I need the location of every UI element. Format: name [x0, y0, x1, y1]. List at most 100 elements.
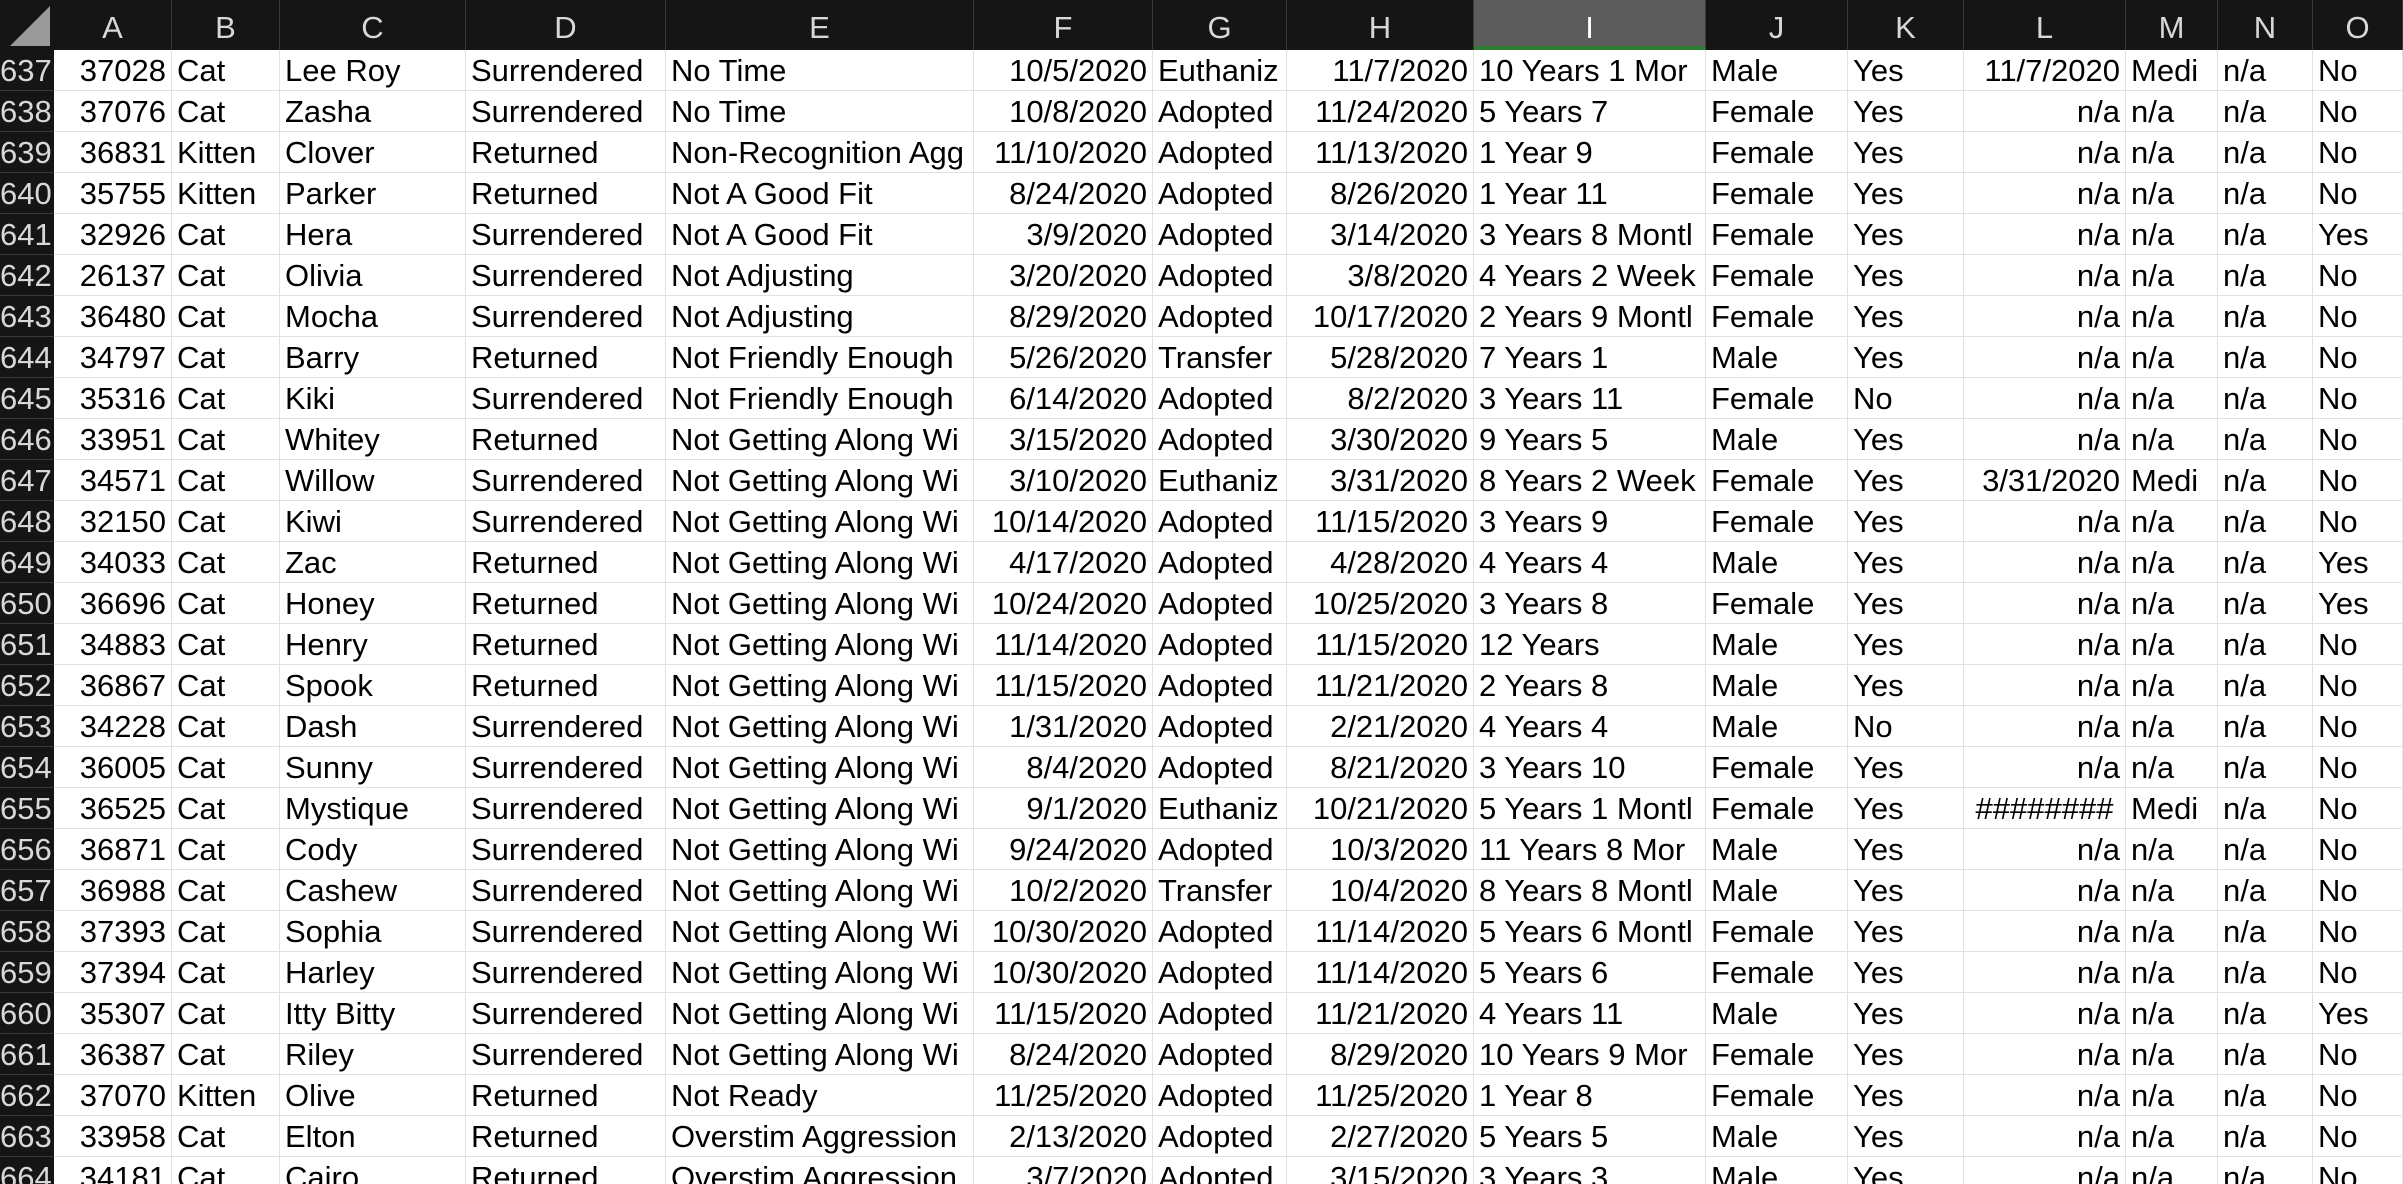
- cell-K645[interactable]: No: [1848, 378, 1964, 419]
- cell-B640[interactable]: Kitten: [172, 173, 280, 214]
- cell-C643[interactable]: Mocha: [280, 296, 466, 337]
- cell-B656[interactable]: Cat: [172, 829, 280, 870]
- cell-E644[interactable]: Not Friendly Enough: [666, 337, 974, 378]
- cell-M646[interactable]: n/a: [2126, 419, 2218, 460]
- cell-M645[interactable]: n/a: [2126, 378, 2218, 419]
- column-header-F[interactable]: F: [974, 0, 1153, 50]
- cell-H650[interactable]: 10/25/2020: [1287, 583, 1474, 624]
- cell-O655[interactable]: No: [2313, 788, 2403, 829]
- cell-D656[interactable]: Surrendered: [466, 829, 666, 870]
- cell-A650[interactable]: 36696: [54, 583, 172, 624]
- cell-D637[interactable]: Surrendered: [466, 50, 666, 91]
- cell-G662[interactable]: Adopted: [1153, 1075, 1287, 1116]
- cell-M639[interactable]: n/a: [2126, 132, 2218, 173]
- column-header-M[interactable]: M: [2126, 0, 2218, 50]
- cell-K652[interactable]: Yes: [1848, 665, 1964, 706]
- cell-G658[interactable]: Adopted: [1153, 911, 1287, 952]
- cell-M659[interactable]: n/a: [2126, 952, 2218, 993]
- cell-L649[interactable]: n/a: [1964, 542, 2126, 583]
- cell-N639[interactable]: n/a: [2218, 132, 2313, 173]
- cell-C660[interactable]: Itty Bitty: [280, 993, 466, 1034]
- cell-J637[interactable]: Male: [1706, 50, 1848, 91]
- cell-G655[interactable]: Euthaniz: [1153, 788, 1287, 829]
- cell-J658[interactable]: Female: [1706, 911, 1848, 952]
- cell-E656[interactable]: Not Getting Along Wi: [666, 829, 974, 870]
- row-header-657[interactable]: 657: [0, 870, 54, 911]
- cell-I653[interactable]: 4 Years 4: [1474, 706, 1706, 747]
- row-header-639[interactable]: 639: [0, 132, 54, 173]
- cell-E645[interactable]: Not Friendly Enough: [666, 378, 974, 419]
- cell-H642[interactable]: 3/8/2020: [1287, 255, 1474, 296]
- cell-B651[interactable]: Cat: [172, 624, 280, 665]
- cell-B653[interactable]: Cat: [172, 706, 280, 747]
- cell-E663[interactable]: Overstim Aggression: [666, 1116, 974, 1157]
- cell-L643[interactable]: n/a: [1964, 296, 2126, 337]
- cell-M641[interactable]: n/a: [2126, 214, 2218, 255]
- column-header-L[interactable]: L: [1964, 0, 2126, 50]
- cell-J657[interactable]: Male: [1706, 870, 1848, 911]
- cell-F653[interactable]: 1/31/2020: [974, 706, 1153, 747]
- column-header-N[interactable]: N: [2218, 0, 2313, 50]
- cell-F646[interactable]: 3/15/2020: [974, 419, 1153, 460]
- column-header-G[interactable]: G: [1153, 0, 1287, 50]
- cell-F649[interactable]: 4/17/2020: [974, 542, 1153, 583]
- cell-A656[interactable]: 36871: [54, 829, 172, 870]
- row-header-659[interactable]: 659: [0, 952, 54, 993]
- cell-F642[interactable]: 3/20/2020: [974, 255, 1153, 296]
- cell-D662[interactable]: Returned: [466, 1075, 666, 1116]
- cell-E662[interactable]: Not Ready: [666, 1075, 974, 1116]
- cell-N661[interactable]: n/a: [2218, 1034, 2313, 1075]
- cell-C652[interactable]: Spook: [280, 665, 466, 706]
- cell-F656[interactable]: 9/24/2020: [974, 829, 1153, 870]
- cell-N644[interactable]: n/a: [2218, 337, 2313, 378]
- cell-L662[interactable]: n/a: [1964, 1075, 2126, 1116]
- cell-F660[interactable]: 11/15/2020: [974, 993, 1153, 1034]
- cell-K642[interactable]: Yes: [1848, 255, 1964, 296]
- cell-K655[interactable]: Yes: [1848, 788, 1964, 829]
- cell-L647[interactable]: 3/31/2020: [1964, 460, 2126, 501]
- cell-I656[interactable]: 11 Years 8 Mor: [1474, 829, 1706, 870]
- cell-L661[interactable]: n/a: [1964, 1034, 2126, 1075]
- cell-B637[interactable]: Cat: [172, 50, 280, 91]
- cell-A651[interactable]: 34883: [54, 624, 172, 665]
- cell-F648[interactable]: 10/14/2020: [974, 501, 1153, 542]
- cell-O662[interactable]: No: [2313, 1075, 2403, 1116]
- cell-D648[interactable]: Surrendered: [466, 501, 666, 542]
- cell-B660[interactable]: Cat: [172, 993, 280, 1034]
- cell-J648[interactable]: Female: [1706, 501, 1848, 542]
- row-header-653[interactable]: 653: [0, 706, 54, 747]
- cell-N637[interactable]: n/a: [2218, 50, 2313, 91]
- cell-N646[interactable]: n/a: [2218, 419, 2313, 460]
- cell-H657[interactable]: 10/4/2020: [1287, 870, 1474, 911]
- cell-F637[interactable]: 10/5/2020: [974, 50, 1153, 91]
- cell-J649[interactable]: Male: [1706, 542, 1848, 583]
- cell-N648[interactable]: n/a: [2218, 501, 2313, 542]
- column-header-B[interactable]: B: [172, 0, 280, 50]
- cell-I663[interactable]: 5 Years 5: [1474, 1116, 1706, 1157]
- cell-H641[interactable]: 3/14/2020: [1287, 214, 1474, 255]
- cell-G648[interactable]: Adopted: [1153, 501, 1287, 542]
- cell-I642[interactable]: 4 Years 2 Week: [1474, 255, 1706, 296]
- cell-F654[interactable]: 8/4/2020: [974, 747, 1153, 788]
- cell-D640[interactable]: Returned: [466, 173, 666, 214]
- cell-I648[interactable]: 3 Years 9: [1474, 501, 1706, 542]
- cell-O663[interactable]: No: [2313, 1116, 2403, 1157]
- cell-A660[interactable]: 35307: [54, 993, 172, 1034]
- cell-O642[interactable]: No: [2313, 255, 2403, 296]
- cell-L644[interactable]: n/a: [1964, 337, 2126, 378]
- cell-D642[interactable]: Surrendered: [466, 255, 666, 296]
- cell-I660[interactable]: 4 Years 11: [1474, 993, 1706, 1034]
- cell-A663[interactable]: 33958: [54, 1116, 172, 1157]
- cell-C642[interactable]: Olivia: [280, 255, 466, 296]
- cell-G642[interactable]: Adopted: [1153, 255, 1287, 296]
- cell-E650[interactable]: Not Getting Along Wi: [666, 583, 974, 624]
- cell-H646[interactable]: 3/30/2020: [1287, 419, 1474, 460]
- cell-C651[interactable]: Henry: [280, 624, 466, 665]
- cell-N658[interactable]: n/a: [2218, 911, 2313, 952]
- cell-J656[interactable]: Male: [1706, 829, 1848, 870]
- cell-M642[interactable]: n/a: [2126, 255, 2218, 296]
- cell-O661[interactable]: No: [2313, 1034, 2403, 1075]
- cell-K659[interactable]: Yes: [1848, 952, 1964, 993]
- cell-M651[interactable]: n/a: [2126, 624, 2218, 665]
- cell-L638[interactable]: n/a: [1964, 91, 2126, 132]
